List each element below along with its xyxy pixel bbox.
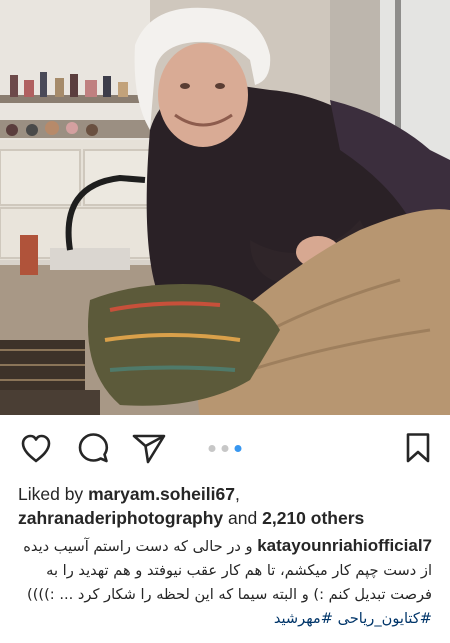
carousel-indicator (208, 445, 242, 452)
likes-prefix: Liked by (18, 484, 84, 504)
post-caption: katayounriahiofficial7 و در حالی که دست … (12, 534, 432, 631)
heart-icon (21, 434, 51, 463)
photo-illustration (0, 0, 450, 415)
carousel-dot[interactable] (208, 445, 216, 452)
carousel-dot-active[interactable] (234, 445, 242, 452)
bookmark-icon (406, 433, 430, 463)
post-actions-bar (0, 421, 450, 473)
caption-username[interactable]: katayounriahiofficial7 (257, 536, 432, 555)
caption-hashtags[interactable]: #کتایون_ریاحی #مهرشید (274, 610, 432, 627)
comment-icon (78, 433, 109, 463)
likes-others-count[interactable]: 2,210 others (262, 508, 364, 528)
likes-summary: Liked by maryam.soheili67, zahranaderiph… (18, 482, 438, 530)
like-button[interactable] (18, 430, 54, 466)
post-photo[interactable] (0, 0, 450, 415)
carousel-dot[interactable] (221, 445, 229, 452)
share-button[interactable] (131, 430, 167, 466)
liker-username[interactable]: maryam.soheili67 (88, 484, 235, 504)
comment-button[interactable] (75, 430, 111, 466)
save-button[interactable] (400, 430, 436, 466)
liker-username[interactable]: zahranaderiphotography (18, 508, 223, 528)
likes-conjunction: and (228, 508, 258, 528)
send-icon (132, 434, 166, 464)
likes-separator: , (234, 484, 240, 504)
